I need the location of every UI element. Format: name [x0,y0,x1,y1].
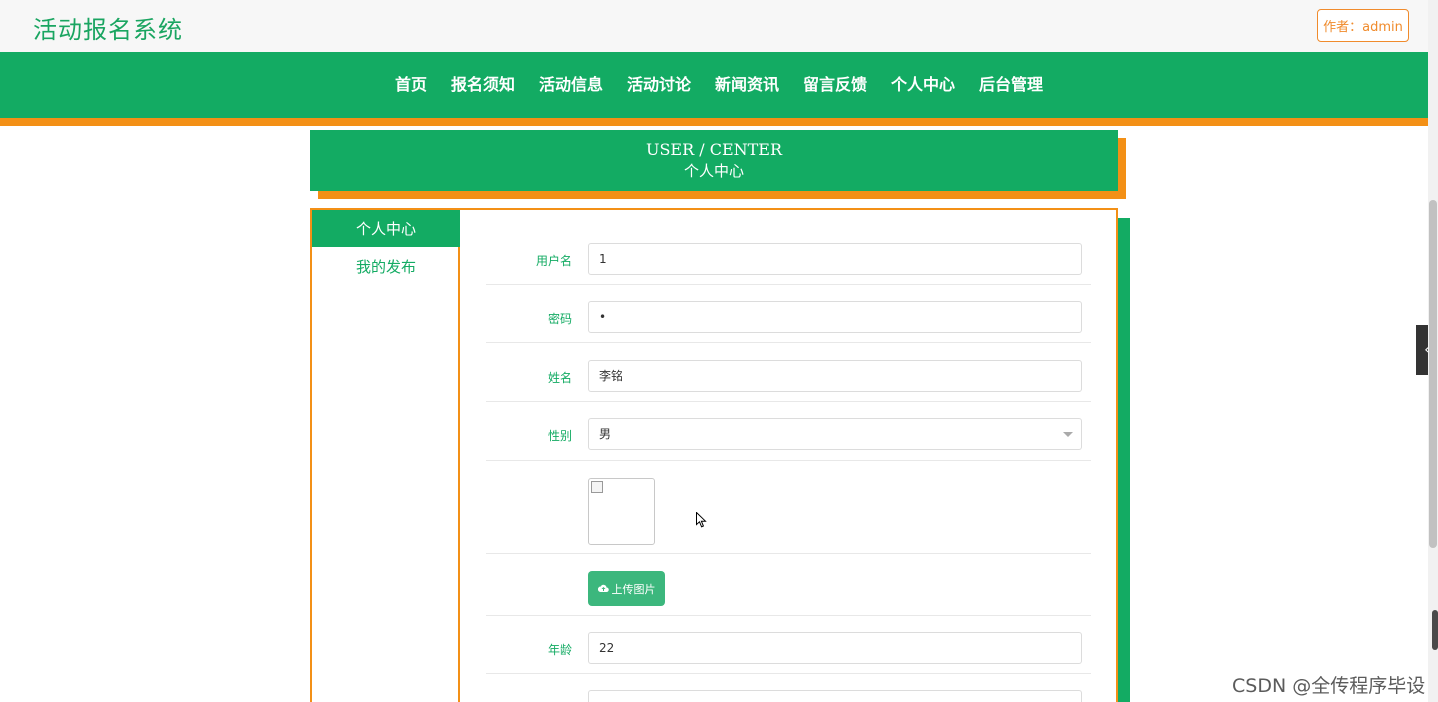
username-label: 用户名 [535,254,572,268]
avatar-preview [588,478,655,545]
broken-image-icon [591,481,603,493]
nav-item-home[interactable]: 首页 [383,71,439,95]
divider [486,615,1091,616]
mouse-cursor-icon [696,512,707,528]
nav-item-signup-notice[interactable]: 报名须知 [439,71,527,95]
divider [486,401,1091,402]
gender-select[interactable]: 男 [588,418,1082,450]
scrollbar-thumb[interactable] [1429,200,1437,548]
username-input[interactable]: 1 [588,243,1082,275]
nav-item-admin[interactable]: 后台管理 [967,71,1055,95]
name-label: 姓名 [547,371,572,385]
divider [486,342,1091,343]
nav-item-feedback[interactable]: 留言反馈 [791,71,879,95]
page-banner: USER / CENTER 个人中心 [310,130,1118,191]
watermark: CSDN @全传程序毕设 [1232,675,1426,697]
upload-image-button[interactable]: 上传图片 [588,571,665,606]
divider [486,460,1091,461]
profile-form-panel [460,208,1118,702]
next-field-input[interactable] [588,690,1082,702]
scroll-indicator [1432,610,1438,650]
nav-item-activities[interactable]: 活动信息 [527,71,615,95]
nav-item-user-center[interactable]: 个人中心 [879,71,967,95]
sidebar: 个人中心 我的发布 [310,208,460,702]
cloud-upload-icon [597,584,609,592]
divider [486,553,1091,554]
age-label: 年龄 [547,643,572,657]
age-input[interactable]: 22 [588,632,1082,664]
password-input[interactable]: • [588,301,1082,333]
nav-menu: 首页 报名须知 活动信息 活动讨论 新闻资讯 留言反馈 个人中心 后台管理 [0,52,1438,114]
gender-value: 男 [599,427,612,441]
divider [486,673,1091,674]
author-button[interactable]: 作者：admin [1317,9,1409,42]
divider [486,284,1091,285]
nav-accent-strip [0,118,1438,126]
chevron-down-icon [1063,432,1073,437]
gender-label: 性别 [547,429,572,443]
nav-item-discussion[interactable]: 活动讨论 [615,71,703,95]
content-shadow [1118,218,1130,702]
sidebar-item-my-posts[interactable]: 我的发布 [312,248,460,284]
top-bar: 活动报名系统 作者：admin [0,0,1438,52]
banner-title-en: USER / CENTER [645,140,783,159]
name-input[interactable]: 李铭 [588,360,1082,392]
upload-button-label: 上传图片 [611,582,656,596]
banner-title-cn: 个人中心 [683,162,744,180]
sidebar-item-user-center[interactable]: 个人中心 [312,210,460,247]
password-label: 密码 [547,312,572,326]
site-brand[interactable]: 活动报名系统 [33,10,183,45]
nav-item-news[interactable]: 新闻资讯 [703,71,791,95]
